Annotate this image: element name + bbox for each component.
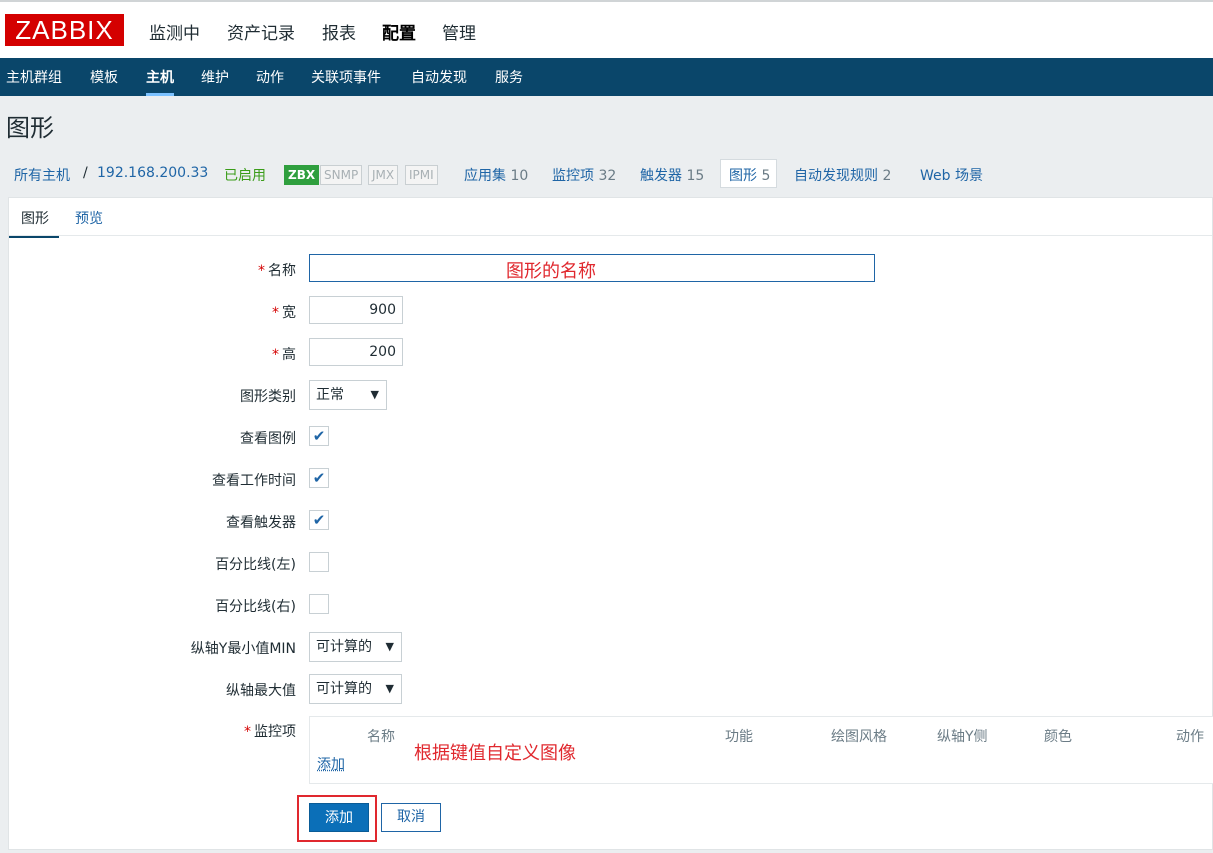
breadcrumb-host[interactable]: 192.168.200.33 [97, 165, 208, 181]
dropdown-arrow-icon: ▼ [385, 640, 394, 653]
menu-administration[interactable]: 管理 [442, 19, 476, 44]
link-graphs-count: 5 [761, 168, 771, 184]
menu-monitoring[interactable]: 监测中 [149, 19, 200, 44]
link-triggers-count: 15 [686, 168, 705, 184]
items-header-y-axis-side: 纵轴Y侧 [937, 729, 988, 745]
height-label: * 高 [6, 344, 296, 364]
required-mark: * [258, 263, 265, 279]
show-legend-label: 查看图例 [240, 431, 296, 447]
subnav-actions[interactable]: 动作 [256, 67, 284, 87]
add-button[interactable]: 添加 [309, 803, 369, 832]
show-triggers-label: 查看触发器 [226, 515, 296, 531]
width-label-text: 宽 [282, 305, 296, 321]
link-applications-label: 应用集 [464, 168, 506, 184]
top-navigation: ZABBIX 监测中 资产记录 报表 配置 管理 [0, 2, 1213, 58]
page-title: 图形 [6, 114, 54, 142]
width-field[interactable]: 900 [309, 296, 403, 324]
y-max-select[interactable]: 可计算的 ▼ [309, 674, 402, 704]
graph-type-label: 图形类别 [240, 389, 296, 405]
items-header-function: 功能 [725, 729, 753, 745]
items-header-action: 动作 [1176, 729, 1204, 745]
link-items-count: 32 [598, 168, 617, 184]
form-tab-graph[interactable]: 图形 [9, 208, 59, 238]
badge-zbx: ZBX [284, 165, 320, 185]
badge-jmx: JMX [368, 165, 399, 185]
y-min-label: 纵轴Y最小值MIN [190, 641, 296, 657]
host-status-enabled[interactable]: 已启用 [224, 165, 266, 185]
items-header-color: 颜色 [1044, 729, 1072, 745]
breadcrumb-separator: / [83, 165, 88, 181]
items-header-name: 名称 [367, 729, 395, 745]
items-label: * 监控项 [6, 721, 296, 741]
show-legend-checkbox[interactable]: ✔ [309, 426, 329, 446]
items-annotation: 根据键值自定义图像 [414, 743, 576, 764]
y-max-value: 可计算的 [316, 681, 372, 697]
breadcrumb-all-hosts[interactable]: 所有主机 [14, 165, 70, 185]
graph-type-select[interactable]: 正常 ▼ [309, 380, 387, 410]
percentile-left-checkbox[interactable] [309, 552, 329, 572]
link-applications-count: 10 [510, 168, 529, 184]
link-discovery-rules-count: 2 [882, 168, 892, 184]
menu-inventory[interactable]: 资产记录 [227, 19, 295, 44]
link-triggers[interactable]: 触发器 15 [640, 165, 704, 185]
height-label-text: 高 [282, 347, 296, 363]
required-mark: * [272, 305, 279, 321]
link-items[interactable]: 监控项 32 [552, 165, 616, 185]
name-label: * 名称 [6, 260, 296, 280]
dropdown-arrow-icon: ▼ [385, 682, 394, 695]
link-web-scenarios-label: Web 场景 [920, 168, 983, 184]
cancel-button[interactable]: 取消 [381, 803, 441, 832]
items-header-draw-style: 绘图风格 [831, 729, 887, 745]
link-graphs-label: 图形 [729, 168, 757, 184]
required-mark: * [272, 347, 279, 363]
menu-reports[interactable]: 报表 [322, 19, 356, 44]
height-field[interactable]: 200 [309, 338, 403, 366]
link-discovery-rules[interactable]: 自动发现规则 2 [794, 165, 891, 185]
dropdown-arrow-icon: ▼ [370, 388, 379, 401]
y-min-value: 可计算的 [316, 639, 372, 655]
subnav-hosts[interactable]: 主机 [146, 67, 174, 96]
subnav-maintenance[interactable]: 维护 [201, 67, 229, 87]
subnav-discovery[interactable]: 自动发现 [411, 67, 467, 87]
link-triggers-label: 触发器 [640, 168, 682, 184]
subnav-services[interactable]: 服务 [495, 67, 523, 87]
sub-navigation: 主机群组 模板 主机 维护 动作 关联项事件 自动发现 服务 [0, 58, 1213, 96]
graph-type-value: 正常 [316, 387, 344, 403]
host-breadcrumb-bar: 所有主机 / 192.168.200.33 已启用 ZBX SNMP JMX I… [0, 157, 1213, 195]
name-label-text: 名称 [268, 263, 296, 279]
subnav-host-groups[interactable]: 主机群组 [6, 67, 62, 87]
link-web-scenarios[interactable]: Web 场景 [920, 165, 983, 185]
subnav-templates[interactable]: 模板 [90, 67, 118, 87]
name-annotation: 图形的名称 [506, 261, 596, 282]
badge-ipmi: IPMI [405, 165, 438, 185]
zabbix-logo[interactable]: ZABBIX [5, 14, 124, 46]
show-triggers-checkbox[interactable]: ✔ [309, 510, 329, 530]
percentile-right-label: 百分比线(右) [215, 599, 296, 615]
show-working-time-checkbox[interactable]: ✔ [309, 468, 329, 488]
subnav-correlation[interactable]: 关联项事件 [311, 67, 381, 87]
link-discovery-rules-label: 自动发现规则 [794, 168, 878, 184]
required-mark: * [244, 724, 251, 740]
percentile-right-checkbox[interactable] [309, 594, 329, 614]
items-add-link[interactable]: 添加 [317, 754, 345, 774]
link-items-label: 监控项 [552, 168, 594, 184]
percentile-left-label: 百分比线(左) [215, 557, 296, 573]
form-tab-preview[interactable]: 预览 [75, 208, 103, 228]
items-label-text: 监控项 [254, 724, 296, 740]
tab-divider [9, 235, 1212, 236]
badge-snmp: SNMP [320, 165, 363, 185]
link-graphs[interactable]: 图形 5 [729, 165, 770, 185]
y-min-select[interactable]: 可计算的 ▼ [309, 632, 402, 662]
width-label: * 宽 [6, 302, 296, 322]
show-working-time-label: 查看工作时间 [212, 473, 296, 489]
link-applications[interactable]: 应用集 10 [464, 165, 528, 185]
menu-configuration[interactable]: 配置 [382, 19, 416, 44]
y-max-label: 纵轴最大值 [226, 683, 296, 699]
